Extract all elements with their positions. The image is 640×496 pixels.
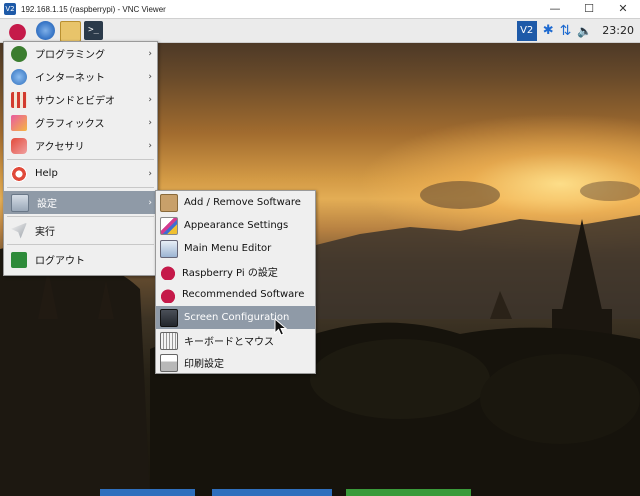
main-menu: プログラミング › インターネット › サウンドとビデオ › グラフィックス ›… [3, 41, 158, 276]
submenu-item-raspberry-pi-config[interactable]: Raspberry Pi の設定 [156, 260, 315, 283]
maximize-button[interactable]: ☐ [572, 0, 606, 18]
menu-separator [7, 187, 154, 188]
menu-separator [7, 244, 154, 245]
clock: 23:20 [602, 24, 634, 37]
bluetooth-icon[interactable]: ✱ [543, 23, 554, 38]
chevron-right-icon: › [148, 197, 152, 208]
appearance-icon [160, 216, 178, 235]
raspberry-config-icon [160, 263, 176, 280]
raspberry-recommended-icon [160, 286, 176, 303]
file-manager-icon[interactable] [60, 21, 81, 42]
menu-item-graphics[interactable]: グラフィックス › [4, 111, 157, 134]
minimize-button[interactable]: — [538, 0, 572, 18]
close-button[interactable]: ✕ [606, 0, 640, 18]
submenu-item-label: Main Menu Editor [184, 243, 272, 254]
menu-separator [7, 216, 154, 217]
network-icon[interactable]: ⇅ [560, 23, 572, 39]
chevron-right-icon: › [148, 71, 152, 82]
menu-item-label: サウンドとビデオ [35, 96, 115, 107]
submenu-item-print-settings[interactable]: 印刷設定 [156, 351, 315, 374]
menu-item-label: 実行 [35, 227, 55, 238]
menu-item-label: インターネット [35, 73, 105, 84]
menu-item-accessories[interactable]: アクセサリ › [4, 134, 157, 157]
menu-item-label: Help [35, 168, 58, 179]
menu-item-help[interactable]: Help › [4, 162, 157, 185]
menu-item-programming[interactable]: プログラミング › [4, 42, 157, 65]
menu-item-settings[interactable]: 設定 › [4, 191, 157, 214]
submenu-item-screen-configuration[interactable]: Screen Configuration [156, 306, 315, 329]
menu-item-logout[interactable]: ログアウト [4, 248, 157, 271]
chevron-right-icon: › [148, 94, 152, 105]
chevron-right-icon: › [148, 168, 152, 179]
submenu-item-label: 印刷設定 [184, 359, 224, 370]
chevron-right-icon: › [148, 117, 152, 128]
mouse-pointer-icon [274, 318, 288, 336]
terminal-icon[interactable]: >_ [84, 21, 103, 40]
submenu-item-appearance-settings[interactable]: Appearance Settings [156, 214, 315, 237]
submenu-item-label: Recommended Software [182, 289, 305, 300]
run-icon [11, 222, 27, 239]
volume-icon[interactable]: 🔈 [577, 24, 592, 38]
settings-icon [11, 193, 29, 212]
vnc-app-icon: V2 [4, 3, 16, 15]
submenu-item-main-menu-editor[interactable]: Main Menu Editor [156, 237, 315, 260]
sound-video-icon [11, 91, 27, 108]
window-title: 192.168.1.15 (raspberrypi) - VNC Viewer [21, 4, 166, 14]
keyboard-mouse-icon [160, 331, 178, 350]
submenu-item-label: Add / Remove Software [184, 197, 301, 208]
package-icon [160, 193, 178, 212]
taskbar: >_ V2 ✱ ⇅ 🔈 23:20 [0, 19, 640, 43]
menu-item-label: 設定 [37, 199, 57, 210]
menu-item-label: アクセサリ [35, 142, 85, 153]
logout-icon [11, 251, 27, 268]
bottom-button-1[interactable] [100, 489, 195, 496]
vnc-server-icon[interactable]: V2 [516, 20, 537, 41]
submenu-item-label: Appearance Settings [184, 220, 289, 231]
screen-config-icon [160, 308, 178, 327]
vnc-window-titlebar: V2 192.168.1.15 (raspberrypi) - VNC View… [0, 0, 640, 19]
system-tray: V2 ✱ ⇅ 🔈 23:20 [516, 19, 634, 42]
accessories-icon [11, 137, 27, 154]
printer-icon [160, 353, 178, 372]
programming-icon [11, 45, 27, 62]
menu-item-label: プログラミング [35, 50, 105, 61]
menu-separator [7, 159, 154, 160]
internet-icon [11, 68, 27, 85]
menu-item-internet[interactable]: インターネット › [4, 65, 157, 88]
menu-item-label: グラフィックス [35, 119, 105, 130]
chevron-right-icon: › [148, 48, 152, 59]
menu-item-sound-video[interactable]: サウンドとビデオ › [4, 88, 157, 111]
settings-submenu: Add / Remove Software Appearance Setting… [155, 190, 316, 374]
submenu-item-keyboard-mouse[interactable]: キーボードとマウス [156, 329, 315, 352]
graphics-icon [11, 114, 27, 131]
submenu-item-label: Raspberry Pi の設定 [182, 268, 278, 279]
submenu-item-add-remove-software[interactable]: Add / Remove Software [156, 191, 315, 214]
submenu-item-recommended-software[interactable]: Recommended Software [156, 283, 315, 306]
help-icon [11, 165, 27, 182]
menu-editor-icon [160, 239, 178, 258]
bottom-button-3[interactable] [346, 489, 471, 496]
raspberry-menu-icon[interactable] [8, 21, 27, 40]
browser-icon[interactable] [36, 21, 55, 40]
chevron-right-icon: › [148, 140, 152, 151]
bottom-button-2[interactable] [212, 489, 332, 496]
menu-item-run[interactable]: 実行 [4, 219, 157, 242]
menu-item-label: ログアウト [35, 256, 85, 267]
submenu-item-label: キーボードとマウス [184, 337, 274, 348]
